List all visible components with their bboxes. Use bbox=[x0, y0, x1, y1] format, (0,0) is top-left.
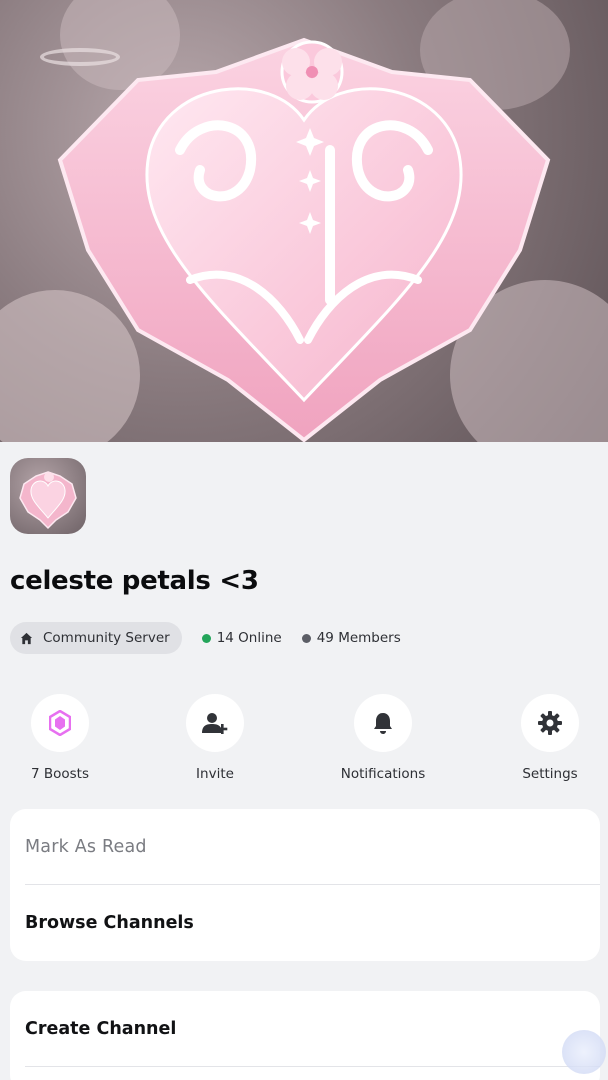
server-banner bbox=[0, 0, 608, 442]
gear-icon bbox=[538, 711, 562, 735]
add-person-icon bbox=[202, 713, 228, 734]
mark-as-read-item[interactable]: Mark As Read bbox=[25, 809, 585, 885]
notifications-circle[interactable] bbox=[354, 694, 412, 752]
boosts-button[interactable]: 7 Boosts bbox=[0, 694, 120, 782]
settings-circle[interactable] bbox=[521, 694, 579, 752]
browse-channels-label: Browse Channels bbox=[25, 913, 194, 933]
browse-channels-item[interactable]: Browse Channels bbox=[25, 885, 585, 961]
bell-icon bbox=[374, 713, 392, 734]
online-dot-icon bbox=[201, 633, 211, 643]
member-count: 49 Members bbox=[301, 630, 401, 646]
members-dot-icon bbox=[301, 633, 311, 643]
menu-divider bbox=[25, 1066, 600, 1067]
boost-gem-icon bbox=[49, 710, 71, 736]
home-icon bbox=[20, 632, 33, 644]
invite-circle[interactable] bbox=[186, 694, 244, 752]
notifications-button[interactable]: Notifications bbox=[323, 694, 443, 782]
create-channel-label: Create Channel bbox=[25, 1019, 177, 1039]
boosts-label: 7 Boosts bbox=[30, 766, 90, 782]
invite-label: Invite bbox=[196, 766, 234, 782]
heart-crest-logo bbox=[57, 37, 551, 442]
create-channel-item[interactable]: Create Channel bbox=[25, 991, 585, 1067]
invite-button[interactable]: Invite bbox=[155, 694, 275, 782]
heart-crest-logo bbox=[19, 471, 77, 530]
mark-as-read-label: Mark As Read bbox=[25, 837, 147, 857]
notifications-label: Notifications bbox=[340, 766, 426, 782]
settings-label: Settings bbox=[522, 766, 578, 782]
server-actions: 7 Boosts Invite Notifications Settings bbox=[0, 694, 608, 789]
settings-button[interactable]: Settings bbox=[490, 694, 608, 782]
online-count: 14 Online bbox=[201, 630, 282, 646]
online-count-label: 14 Online bbox=[216, 630, 282, 646]
channel-menu-card: Create Channel bbox=[10, 991, 600, 1080]
server-meta-row: Community Server 14 Online 49 Members bbox=[10, 622, 401, 654]
server-menu-card: Mark As Read Browse Channels bbox=[10, 809, 600, 961]
server-name: celeste petals <3 bbox=[10, 566, 259, 596]
server-icon[interactable] bbox=[10, 458, 86, 534]
watermark-badge bbox=[562, 1030, 606, 1074]
boosts-circle[interactable] bbox=[31, 694, 89, 752]
member-count-label: 49 Members bbox=[316, 630, 401, 646]
server-type-label: Community Server bbox=[43, 630, 170, 646]
server-type-badge: Community Server bbox=[10, 622, 182, 654]
